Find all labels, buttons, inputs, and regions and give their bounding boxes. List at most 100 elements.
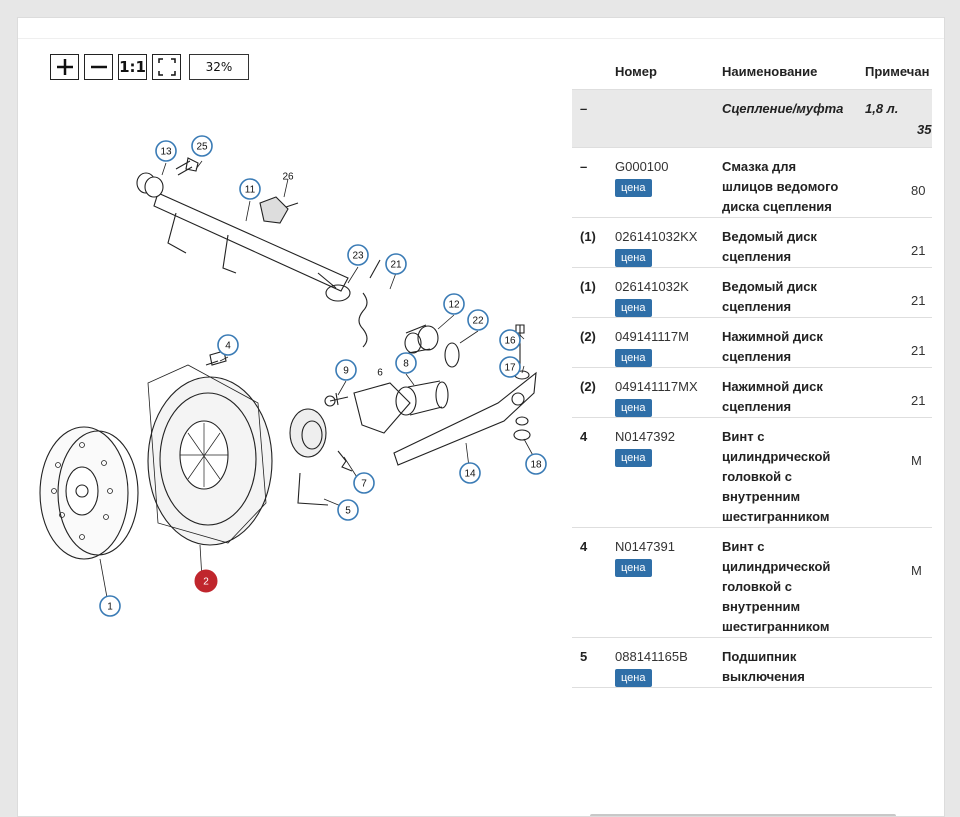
part-number[interactable]: N0147391 (615, 537, 715, 557)
price-button[interactable]: цена (615, 179, 652, 197)
row-note-cell: 21 (862, 317, 932, 368)
column-header-note: Примечан (862, 53, 932, 90)
callout-6[interactable]: 6 (377, 368, 383, 379)
group-row: – Сцепление/муфта 1,8 л. 35 (572, 89, 932, 148)
top-divider (18, 38, 944, 39)
row-qty: 4 (572, 527, 612, 638)
row-part-cell: 049141117MX цена (612, 367, 719, 418)
part-name-line: сцепления (722, 299, 792, 314)
fit-to-screen-icon (157, 58, 176, 76)
group-qty: – (572, 89, 612, 148)
callout-1[interactable]: 1 (99, 595, 121, 617)
row-note: 21 (911, 293, 926, 308)
callout-18[interactable]: 18 (525, 453, 547, 475)
row-note-cell: М (862, 417, 932, 528)
callout-label: 12 (448, 300, 460, 311)
callout-label: 4 (225, 341, 231, 352)
part-name-line: головкой с (722, 579, 792, 594)
callout-23[interactable]: 23 (347, 244, 369, 266)
table-header-row: Номер Наименование Примечан (572, 53, 932, 90)
zoom-out-button[interactable] (84, 54, 113, 80)
column-header-number: Номер (612, 53, 719, 90)
callout-16[interactable]: 16 (499, 329, 521, 351)
callout-11[interactable]: 11 (239, 178, 261, 200)
part-number[interactable]: 088141165B (615, 647, 715, 667)
callout-22[interactable]: 22 (467, 309, 489, 331)
part-name-line: шестигранником (722, 619, 830, 634)
callout-17[interactable]: 17 (499, 356, 521, 378)
parts-diagram: 13 25112623211222161749 6818147512 (39, 135, 547, 617)
part-name-line: Нажимной диск (722, 379, 823, 394)
table-row[interactable]: (2) 049141117MX цена Нажимной диск сцепления… (572, 367, 932, 418)
part-name-line: сцепления (722, 399, 792, 414)
zoom-in-button[interactable] (50, 54, 79, 80)
parts-table-container: Номер Наименование Примечан – Сцепление/… (572, 53, 932, 799)
zoom-level-value: 32% (205, 60, 233, 74)
callout-14[interactable]: 14 (459, 462, 481, 484)
group-number (612, 89, 719, 148)
column-header-name: Наименование (719, 53, 862, 90)
part-name-line: диска сцепления (722, 199, 832, 214)
table-vertical-scrollbar[interactable] (944, 53, 945, 333)
table-row[interactable]: 4 N0147391 цена Винт с цилиндрической головко… (572, 527, 932, 638)
callout-label: 8 (403, 359, 409, 370)
row-qty: (1) (572, 267, 612, 318)
part-number[interactable]: 026141032K (615, 277, 715, 297)
callout-label: 18 (530, 460, 542, 471)
callout-8[interactable]: 8 (395, 352, 417, 374)
callout-9[interactable]: 9 (335, 359, 357, 381)
table-row[interactable]: (1) 026141032KX цена Ведомый диск сцепления 2… (572, 217, 932, 268)
callout-label: 22 (472, 316, 484, 327)
parts-table: Номер Наименование Примечан – Сцепление/… (572, 53, 932, 688)
price-button[interactable]: цена (615, 559, 652, 577)
row-qty: (2) (572, 317, 612, 368)
part-name-line: цилиндрической (722, 449, 831, 464)
table-row[interactable]: (2) 049141117M цена Нажимной диск сцепления 2… (572, 317, 932, 368)
table-row[interactable]: – G000100 цена Смазка для шлицов ведомого дис… (572, 147, 932, 218)
callout-21[interactable]: 21 (385, 253, 407, 275)
table-row[interactable]: 4 N0147392 цена Винт с цилиндрической головко… (572, 417, 932, 528)
row-part-cell: 088141165B цена (612, 637, 719, 688)
part-number[interactable]: 026141032KX (615, 227, 715, 247)
part-name-line: внутренним (722, 599, 801, 614)
callout-4[interactable]: 4 (217, 334, 239, 356)
callout-label: 11 (245, 185, 256, 196)
price-button[interactable]: цена (615, 349, 652, 367)
callout-label: 13 (160, 147, 172, 158)
part-name-line: сцепления (722, 249, 792, 264)
price-button[interactable]: цена (615, 399, 652, 417)
row-part-cell: 049141117M цена (612, 317, 719, 368)
callout-7[interactable]: 7 (353, 472, 375, 494)
part-number[interactable]: 049141117M (615, 327, 715, 347)
part-name-line: Винт с (722, 429, 765, 444)
row-note: М (911, 563, 922, 578)
callout-label: 17 (504, 363, 516, 374)
price-button[interactable]: цена (615, 669, 652, 687)
part-name-line: головкой с (722, 469, 792, 484)
row-qty: – (572, 147, 612, 218)
group-note-sub: 35 (917, 122, 932, 137)
fit-to-screen-button[interactable] (152, 54, 181, 80)
callout-5[interactable]: 5 (337, 499, 359, 521)
callout-2[interactable]: 2 (194, 569, 218, 593)
table-row[interactable]: (1) 026141032K цена Ведомый диск сцепления 21 (572, 267, 932, 318)
part-name-line: Ведомый диск (722, 279, 817, 294)
price-button[interactable]: цена (615, 299, 652, 317)
price-button[interactable]: цена (615, 249, 652, 267)
callout-12[interactable]: 12 (443, 293, 465, 315)
part-number[interactable]: N0147392 (615, 427, 715, 447)
part-number[interactable]: 049141117MX (615, 377, 715, 397)
table-row[interactable]: 5 088141165B цена Подшипник выключения (572, 637, 932, 688)
callout-13[interactable]: 13 (155, 140, 177, 162)
actual-size-button[interactable]: 1:1 (118, 54, 147, 80)
row-note: 21 (911, 393, 926, 408)
callout-26[interactable]: 26 (282, 172, 294, 183)
price-button[interactable]: цена (615, 449, 652, 467)
part-number[interactable]: G000100 (615, 157, 715, 177)
part-name-line: Ведомый диск (722, 229, 817, 244)
callout-25[interactable]: 25 (191, 135, 213, 157)
row-note-cell (862, 637, 932, 688)
zoom-toolbar: 1:1 32% (50, 54, 249, 80)
callout-label: 5 (345, 506, 351, 517)
row-name-cell: Нажимной диск сцепления (719, 367, 862, 418)
